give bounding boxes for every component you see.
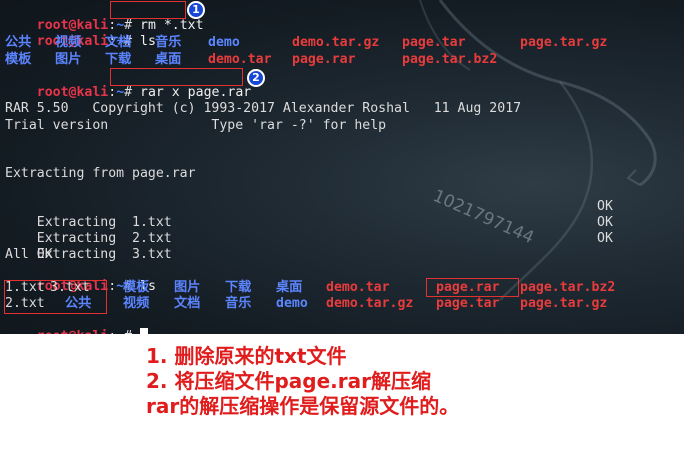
ls-entry: page.tar.gz: [520, 35, 608, 50]
highlight-box-txt-files: [4, 280, 107, 314]
step-badge-2: 2: [247, 69, 265, 87]
ls-entry: demo.tar: [326, 280, 390, 295]
ls-entry: 音乐: [225, 296, 252, 311]
ls-output-row: 模板 图片 下载 桌面 demo.tar page.rar page.tar.b…: [5, 52, 684, 68]
ls-entry: page.tar.bz2: [402, 52, 498, 67]
extract-status: OK: [597, 215, 613, 230]
terminal-line-ls-1: root@kali:~# ls: [36, 34, 156, 49]
rar-all-ok: All OK: [5, 247, 53, 262]
ls-entry: 视频: [55, 35, 82, 50]
extract-status: OK: [597, 199, 613, 214]
ls-entry: demo: [276, 296, 308, 311]
ls-entry: page.tar.gz: [520, 296, 608, 311]
terminal-line-prompt[interactable]: root@kali:~#: [5, 312, 149, 334]
ls-entry: demo: [208, 35, 240, 50]
highlight-box-rar: [110, 68, 243, 86]
ls-output-row: 公共 视频 文档 音乐 demo demo.tar.gz page.tar pa…: [5, 35, 684, 51]
rar-trial-notice: Trial version Type 'rar -?' for help: [5, 118, 387, 133]
highlight-box-page-rar: [426, 278, 519, 297]
ls-entry: 文档: [105, 35, 132, 50]
rar-extract-row: Extracting 1.txt OK: [36, 199, 613, 230]
ls-entry: 下载: [105, 52, 132, 67]
ls-entry: 图片: [55, 52, 82, 67]
command-rar: rar x page.rar: [140, 85, 252, 100]
ls-entry: page.tar.bz2: [520, 280, 616, 295]
extract-status: OK: [597, 231, 613, 246]
ls-entry: 桌面: [155, 52, 182, 67]
ls-entry: page.rar: [292, 52, 356, 67]
ls-entry: page.tar: [402, 35, 466, 50]
annotation-notes: 1. 删除原来的txt文件 2. 将压缩文件page.rar解压缩 rar的解压…: [146, 344, 459, 419]
ls-entry: page.tar: [436, 296, 500, 311]
ls-entry: 公共: [5, 35, 32, 50]
annotation-line: 2. 将压缩文件page.rar解压缩: [146, 369, 431, 393]
rar-extract-row: Extracting 2.txt OK: [36, 215, 613, 246]
ls-entry: 桌面: [276, 280, 303, 295]
terminal-window[interactable]: 1021797144 root@kali:~# rm *.txt 1 root@…: [0, 0, 684, 334]
rar-banner: RAR 5.50 Copyright (c) 1993-2017 Alexand…: [5, 101, 522, 116]
highlight-box-rm: [110, 1, 186, 19]
ls-entry: 图片: [174, 280, 201, 295]
annotation-line: rar的解压缩操作是保留源文件的。: [146, 394, 460, 418]
ls-entry: 音乐: [155, 35, 182, 50]
ls-entry: demo.tar: [208, 52, 272, 67]
terminal-line-ls-2: root@kali:~# ls: [36, 279, 156, 294]
ls-entry: 文档: [174, 296, 201, 311]
annotation-line: 1. 删除原来的txt文件: [146, 344, 347, 368]
ls-entry: demo.tar.gz: [326, 296, 414, 311]
ls-entry: 模板: [123, 280, 150, 295]
ls-entry: 视频: [123, 296, 150, 311]
ls-entry: demo.tar.gz: [292, 35, 380, 50]
ls-entry: 模板: [5, 52, 32, 67]
step-badge-1: 1: [187, 1, 205, 19]
ls-entry: 下载: [225, 280, 252, 295]
rar-extracting-from: Extracting from page.rar: [5, 166, 196, 181]
rar-extract-row: Extracting 3.txt OK: [36, 231, 613, 262]
terminal-cursor: [140, 328, 149, 334]
